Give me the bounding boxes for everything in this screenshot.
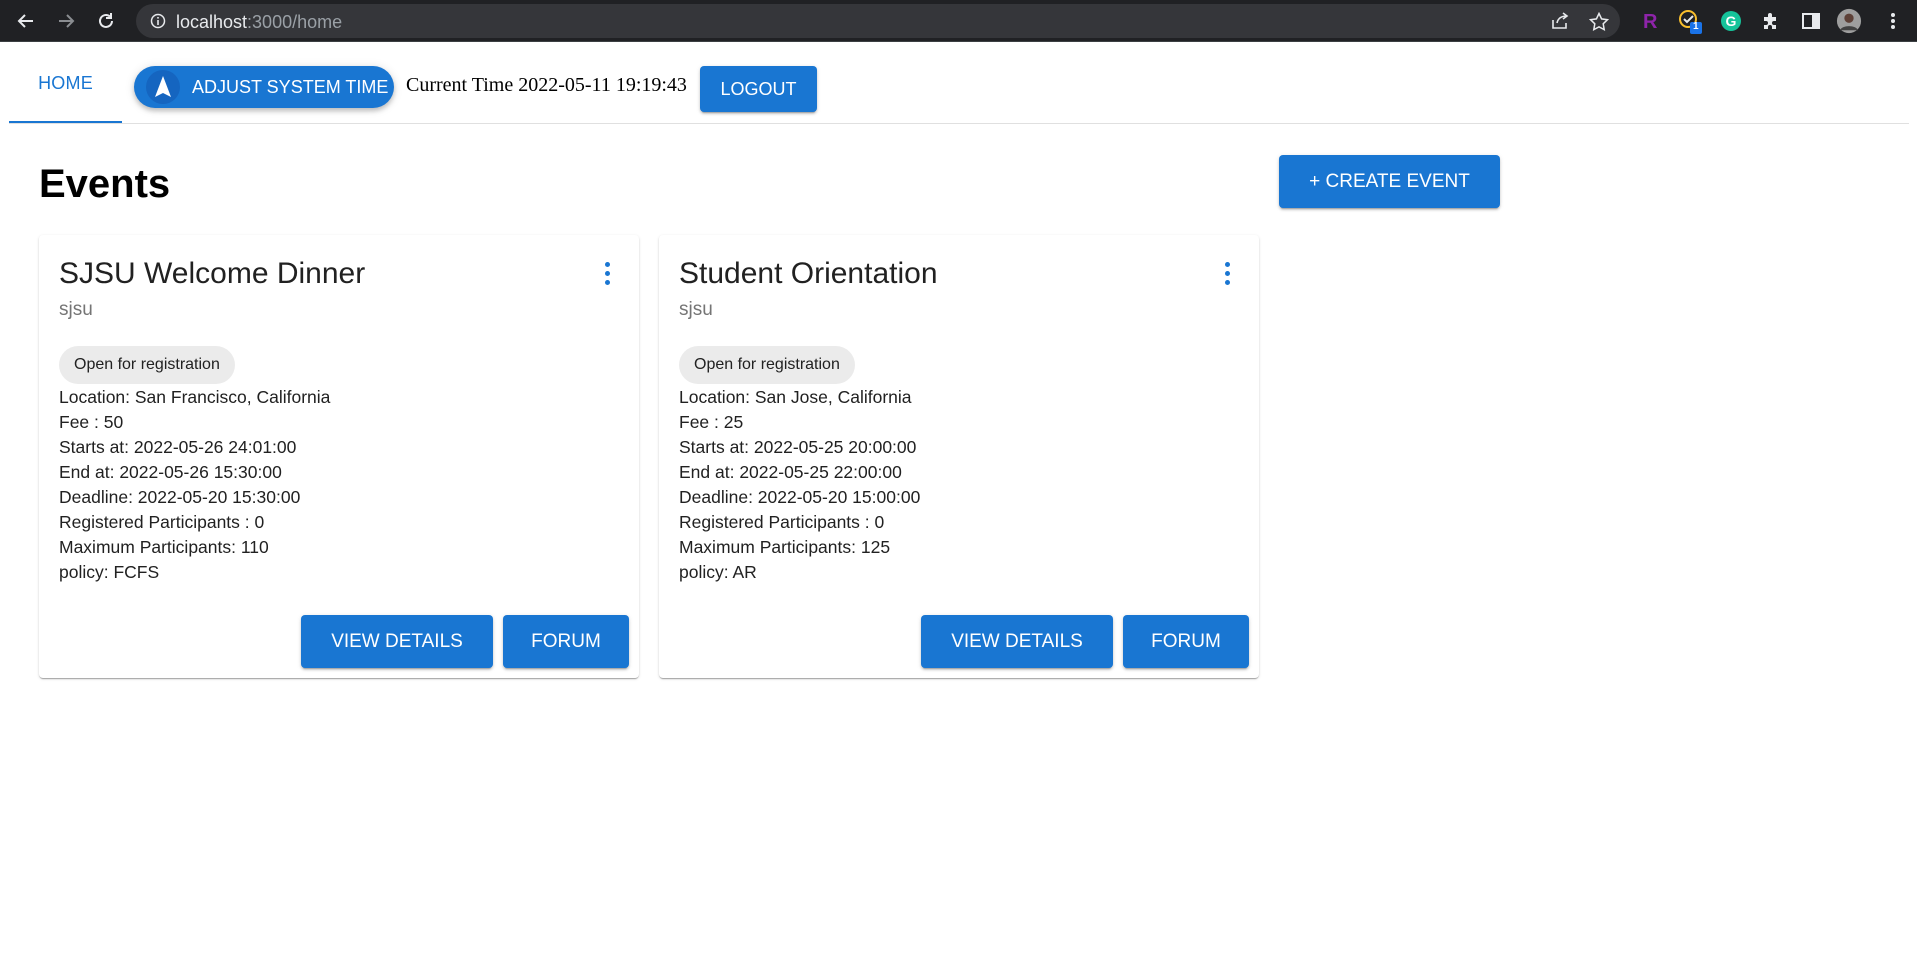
event-maximum: Maximum Participants: 110 <box>59 537 269 557</box>
event-card: Student Orientation sjsu Open for regist… <box>659 235 1259 678</box>
url-host: localhost <box>176 12 248 32</box>
status-chip: Open for registration <box>59 346 235 384</box>
forum-button[interactable]: FORUM <box>1123 615 1249 668</box>
header-divider <box>9 123 1909 124</box>
back-icon[interactable] <box>11 6 41 36</box>
navigation-arrow-icon <box>146 70 180 104</box>
more-options-icon[interactable] <box>1215 255 1239 291</box>
event-organization: sjsu <box>679 299 713 320</box>
view-details-button[interactable]: VIEW DETAILS <box>921 615 1113 668</box>
event-location: Location: San Jose, California <box>679 387 912 407</box>
event-location: Location: San Francisco, California <box>59 387 331 407</box>
event-maximum: Maximum Participants: 125 <box>679 537 891 557</box>
event-start: Starts at: 2022-05-26 24:01:00 <box>59 437 297 457</box>
forum-button[interactable]: FORUM <box>503 615 629 668</box>
event-organization: sjsu <box>59 299 93 320</box>
event-card: SJSU Welcome Dinner sjsu Open for regist… <box>39 235 639 678</box>
event-title: SJSU Welcome Dinner <box>59 257 366 290</box>
extension-badge: 1 <box>1693 21 1699 32</box>
event-end: End at: 2022-05-26 15:30:00 <box>59 462 282 482</box>
status-chip: Open for registration <box>679 346 855 384</box>
more-options-icon[interactable] <box>595 255 619 291</box>
extension-todo-icon[interactable]: 1 <box>1677 8 1703 34</box>
profile-avatar[interactable] <box>1836 8 1862 34</box>
adjust-system-time-button[interactable]: ADJUST SYSTEM TIME <box>134 66 394 108</box>
event-policy: policy: FCFS <box>59 562 160 582</box>
event-details: Location: San Jose, California Fee : 25 … <box>679 385 920 585</box>
side-panel-icon[interactable] <box>1798 8 1824 34</box>
extensions-puzzle-icon[interactable] <box>1758 8 1784 34</box>
tab-home[interactable]: HOME <box>9 42 122 124</box>
grammarly-icon[interactable]: G <box>1718 8 1744 34</box>
create-event-button[interactable]: + CREATE EVENT <box>1279 155 1500 208</box>
current-time-text: Current Time 2022-05-11 19:19:43 <box>406 74 687 96</box>
address-bar[interactable]: localhost:3000/home <box>136 4 1620 38</box>
site-info-icon[interactable] <box>150 13 166 34</box>
event-registered: Registered Participants : 0 <box>679 512 885 532</box>
event-start: Starts at: 2022-05-25 20:00:00 <box>679 437 917 457</box>
adjust-system-time-label: ADJUST SYSTEM TIME <box>192 76 389 97</box>
event-title: Student Orientation <box>679 257 938 290</box>
event-fee: Fee : 25 <box>679 412 744 432</box>
bookmark-star-icon[interactable] <box>1588 11 1610 36</box>
event-details: Location: San Francisco, California Fee … <box>59 385 330 585</box>
event-policy: policy: AR <box>679 562 757 582</box>
forward-icon[interactable] <box>51 6 81 36</box>
event-end: End at: 2022-05-25 22:00:00 <box>679 462 902 482</box>
extension-r-icon[interactable]: R <box>1637 8 1663 34</box>
browser-toolbar: localhost:3000/home R 1 G <box>0 0 1917 42</box>
event-registered: Registered Participants : 0 <box>59 512 265 532</box>
svg-text:R: R <box>1643 11 1658 32</box>
browser-menu-icon[interactable] <box>1880 8 1906 34</box>
share-icon[interactable] <box>1550 12 1570 35</box>
event-deadline: Deadline: 2022-05-20 15:30:00 <box>59 487 301 507</box>
app-header: HOME ADJUST SYSTEM TIME Current Time 202… <box>0 42 1917 124</box>
event-fee: Fee : 50 <box>59 412 124 432</box>
url-text: localhost:3000/home <box>176 12 342 33</box>
page-title: Events <box>39 162 171 206</box>
view-details-button[interactable]: VIEW DETAILS <box>301 615 493 668</box>
url-path: :3000/home <box>247 12 343 32</box>
event-deadline: Deadline: 2022-05-20 15:00:00 <box>679 487 921 507</box>
reload-icon[interactable] <box>91 6 121 36</box>
logout-button[interactable]: LOGOUT <box>700 66 817 112</box>
svg-text:G: G <box>1726 13 1737 29</box>
